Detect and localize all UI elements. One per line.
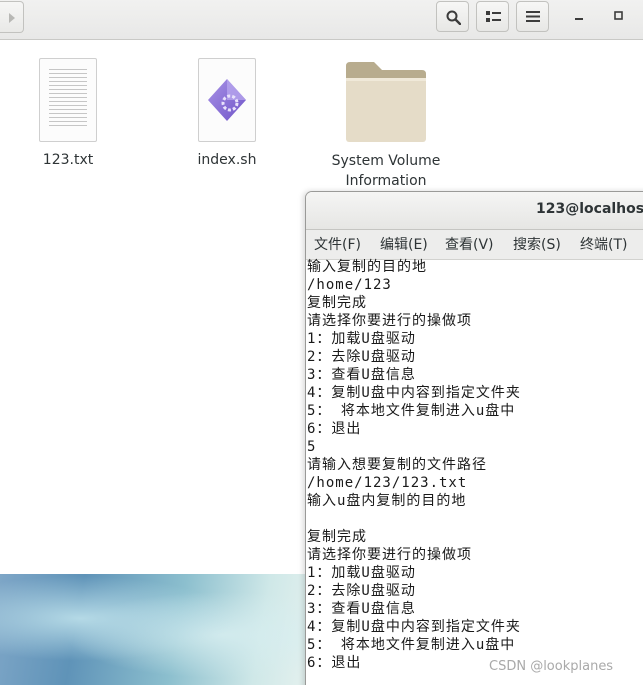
- terminal-line: 输入u盘内复制的目的地: [307, 493, 467, 509]
- file-label-line1: System Volume: [331, 153, 441, 169]
- terminal-line: /home/123: [307, 277, 392, 293]
- terminal-line: 请输入想要复制的文件路径: [307, 457, 487, 473]
- terminal-line: 复制完成: [307, 529, 367, 545]
- terminal-line: 1：加载U盘驱动: [307, 331, 416, 347]
- file-label: 123.txt: [42, 152, 94, 168]
- terminal-line: 4：复制U盘中内容到指定文件夹: [307, 385, 521, 401]
- file-label-line2: Information: [345, 173, 427, 189]
- terminal-menubar: 文件(F) 编辑(E) 查看(V) 搜索(S) 终端(T): [306, 230, 643, 260]
- terminal-titlebar[interactable]: 123@localhost:/: [306, 192, 643, 230]
- terminal-window[interactable]: 123@localhost:/ 文件(F) 编辑(E) 查看(V) 搜索(S) …: [305, 191, 643, 685]
- terminal-line: 请选择你要进行的操做项: [307, 547, 472, 563]
- folder-icon: [346, 62, 426, 142]
- terminal-line: 5： 将本地文件复制进入u盘中: [307, 637, 516, 653]
- maximize-icon: [614, 11, 623, 20]
- back-button[interactable]: [0, 1, 24, 33]
- menu-file[interactable]: 文件(F): [314, 234, 361, 254]
- maximize-button[interactable]: [608, 5, 632, 29]
- file-item-system-volume-information[interactable]: System Volume Information: [321, 55, 451, 191]
- file-manager-header: [0, 0, 643, 40]
- terminal-line: 5: [307, 439, 317, 455]
- terminal-line: /home/123/123.txt: [307, 475, 468, 491]
- minimize-button[interactable]: [568, 5, 592, 29]
- menu-button[interactable]: [516, 1, 549, 32]
- view-toggle-button[interactable]: [476, 1, 509, 32]
- terminal-line: 5： 将本地文件复制进入u盘中: [307, 403, 516, 419]
- file-item-123-txt[interactable]: 123.txt: [3, 55, 133, 170]
- file-item-index-sh[interactable]: index.sh: [162, 55, 292, 170]
- minimize-icon: [575, 18, 583, 20]
- list-view-icon: [486, 11, 501, 22]
- search-icon: [446, 10, 461, 25]
- menu-view[interactable]: 查看(V): [445, 234, 494, 254]
- terminal-line: 4：复制U盘中内容到指定文件夹: [307, 619, 521, 635]
- desktop-screen: 123.txt index.sh System Volume Informati…: [0, 0, 643, 685]
- terminal-line: 2：去除U盘驱动: [307, 349, 416, 365]
- terminal-line: 复制完成: [307, 295, 367, 311]
- terminal-line: 1：加载U盘驱动: [307, 565, 416, 581]
- search-button[interactable]: [436, 1, 469, 32]
- shell-script-icon: [198, 58, 256, 142]
- menu-terminal[interactable]: 终端(T): [580, 234, 627, 254]
- menu-edit[interactable]: 编辑(E): [380, 234, 428, 254]
- terminal-output[interactable]: 输入复制的目的地 /home/123 复制完成 请选择你要进行的操做项 1：加载…: [307, 258, 643, 672]
- hamburger-menu-icon: [526, 11, 540, 22]
- terminal-line: 3：查看U盘信息: [307, 601, 416, 617]
- terminal-line: 请选择你要进行的操做项: [307, 313, 472, 329]
- menu-search[interactable]: 搜索(S): [513, 234, 561, 254]
- terminal-line: 输入复制的目的地: [307, 259, 427, 275]
- terminal-title: 123@localhost:/: [536, 201, 643, 217]
- terminal-line: 2：去除U盘驱动: [307, 583, 416, 599]
- text-document-icon: [39, 58, 97, 142]
- watermark: CSDN @lookplanes: [489, 659, 614, 674]
- chevron-right-icon: [9, 13, 15, 23]
- desktop-wallpaper: [0, 574, 320, 685]
- terminal-line: 6：退出: [307, 421, 362, 437]
- terminal-line: 3：查看U盘信息: [307, 367, 416, 383]
- file-label: index.sh: [197, 152, 257, 168]
